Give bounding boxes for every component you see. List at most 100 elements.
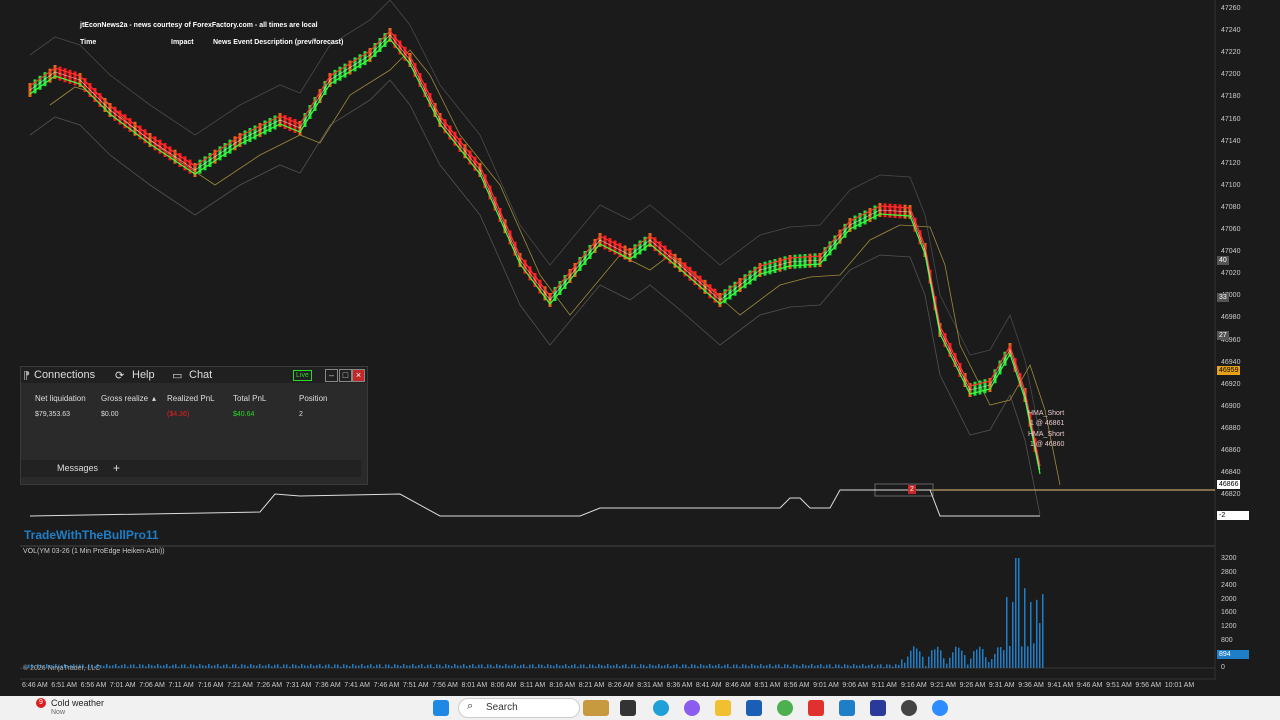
time-tick-label: 9:31 AM (988, 682, 1015, 689)
price-tick-label: 46920 (1221, 380, 1241, 388)
weather-widget[interactable]: Cold weather (51, 698, 104, 708)
volume-tick-label: 1200 (1221, 623, 1237, 630)
volume-bar (1006, 597, 1008, 668)
news-col-impact: Impact (171, 39, 194, 46)
volume-bar (385, 664, 387, 668)
volume-bar (727, 664, 729, 668)
volume-bar (877, 664, 879, 668)
volume-bar (946, 663, 948, 668)
volume-bar (673, 664, 675, 668)
volume-bar (895, 664, 897, 668)
volume-bar (355, 665, 357, 668)
volume-bar (940, 650, 942, 668)
volume-bar (460, 665, 462, 668)
chatgpt-icon[interactable] (901, 700, 917, 716)
volume-bar (106, 664, 108, 668)
volume-bar (499, 665, 501, 668)
tab-help[interactable]: Help (132, 369, 155, 381)
time-tick-label: 7:21 AM (227, 682, 253, 689)
time-tick-label: 9:01 AM (813, 682, 839, 689)
chrome-icon[interactable] (777, 700, 793, 716)
volume-bar (928, 656, 930, 668)
volume-bar (829, 664, 831, 668)
col-realized-pnl[interactable]: Realized PnL (167, 394, 215, 403)
windows-start-icon[interactable] (433, 700, 449, 716)
volume-bar (598, 664, 600, 668)
widget-image-icon[interactable] (583, 700, 609, 716)
notepad-icon[interactable] (839, 700, 855, 716)
time-tick-label: 7:06 AM (139, 682, 165, 689)
volume-panel-label: VOL(YM 03-26 (1 Min ProEdge Heiken-Ashi)… (23, 548, 165, 555)
volume-bar (853, 664, 855, 668)
volume-bar (1021, 646, 1023, 668)
indicator-tag: 33 (1217, 293, 1229, 302)
price-chart[interactable] (0, 0, 1280, 696)
volume-bar (901, 659, 903, 668)
volume-bar (652, 665, 654, 668)
volume-bar (715, 665, 717, 668)
volume-bar (313, 665, 315, 668)
volume-bar (310, 664, 312, 668)
volume-bar (154, 665, 156, 668)
chat-icon: ▭ (172, 370, 183, 382)
tab-messages[interactable]: Messages (57, 463, 98, 473)
volume-bar (541, 664, 543, 668)
volume-bar (148, 664, 150, 668)
add-tab-button[interactable]: + (113, 461, 120, 475)
col-net-liquidation[interactable]: Net liquidation (35, 394, 86, 403)
col-position[interactable]: Position (299, 394, 327, 403)
volume-bar (235, 664, 237, 668)
volume-bar (922, 656, 924, 668)
order-quantity-badge[interactable]: 2 (908, 485, 916, 494)
outlook-icon[interactable] (870, 700, 886, 716)
taskbar-search[interactable]: ⌕ Search (458, 698, 580, 718)
maximize-button[interactable]: □ (339, 369, 352, 382)
volume-tick-label: 2400 (1221, 582, 1237, 590)
volume-bar (1030, 601, 1032, 668)
volume-bar (889, 664, 891, 668)
ninjatrader-icon[interactable] (808, 700, 824, 716)
volume-bar (712, 665, 714, 668)
tab-chat[interactable]: Chat (189, 369, 212, 381)
volume-bar (868, 665, 870, 668)
time-tick-label: 6:46 AM (22, 682, 48, 689)
edge-icon[interactable] (653, 700, 669, 716)
price-tick-label: 47140 (1221, 137, 1241, 145)
volume-bar (796, 664, 798, 668)
volume-bar (1027, 646, 1029, 668)
volume-bar (370, 664, 372, 668)
search-label: Search (486, 702, 518, 713)
store-icon[interactable] (746, 700, 762, 716)
volume-bar (103, 665, 105, 668)
volume-bar (379, 664, 381, 668)
price-tick-label: 47020 (1221, 270, 1241, 278)
volume-bar (784, 664, 786, 668)
col-total-pnl[interactable]: Total PnL (233, 394, 266, 403)
price-tick-label: 47100 (1221, 181, 1241, 189)
volume-bar (304, 665, 306, 668)
volume-bar (478, 664, 480, 668)
time-tick-label: 8:31 AM (637, 682, 663, 689)
volume-bar (175, 664, 177, 668)
volume-bar (241, 664, 243, 668)
price-tick-label: 47120 (1221, 159, 1241, 167)
file-explorer-icon[interactable] (715, 700, 731, 716)
volume-bar (451, 665, 453, 668)
volume-bar (562, 665, 564, 668)
volume-bar (403, 664, 405, 668)
task-view-icon[interactable] (620, 700, 636, 716)
close-button[interactable]: × (352, 369, 365, 382)
volume-bar (808, 665, 810, 668)
zoom-icon[interactable] (932, 700, 948, 716)
volume-bar (352, 664, 354, 668)
volume-bar (880, 664, 882, 668)
volume-bar (571, 664, 573, 668)
copilot-icon[interactable] (684, 700, 700, 716)
volume-bar (994, 654, 996, 668)
volume-bar (763, 665, 765, 668)
volume-tick-label: 3200 (1221, 555, 1237, 562)
minimize-button[interactable]: – (325, 369, 338, 382)
tab-connections[interactable]: Connections (34, 369, 95, 381)
volume-tick-label: 1600 (1221, 609, 1237, 617)
col-gross-realized[interactable]: Gross realize (101, 394, 148, 403)
